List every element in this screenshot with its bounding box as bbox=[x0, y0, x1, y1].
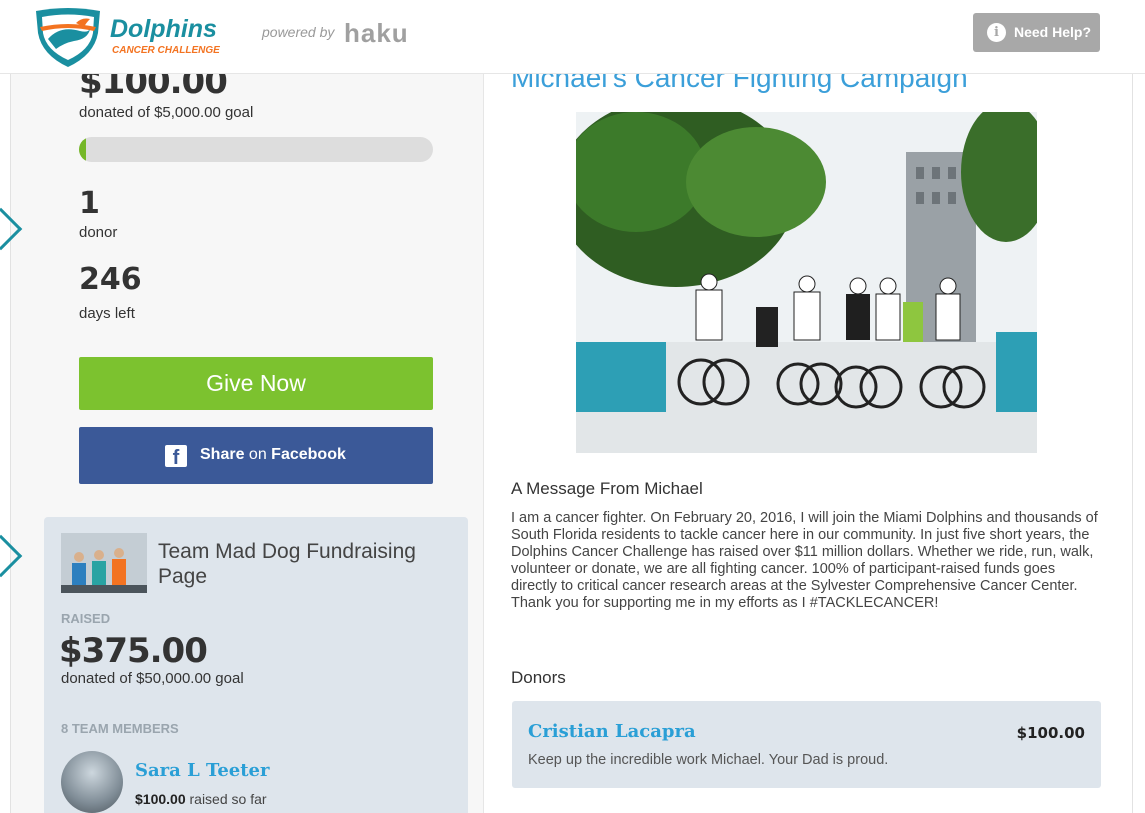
share-facebook-label: Share on Facebook bbox=[200, 446, 346, 463]
need-help-button[interactable]: i Need Help? bbox=[973, 13, 1100, 52]
member-raised-text: $100.00 raised so far bbox=[135, 791, 267, 807]
donors-heading: Donors bbox=[511, 668, 566, 687]
dolphins-logo[interactable]: Dolphins CANCER CHALLENGE bbox=[30, 3, 260, 69]
give-now-button[interactable]: Give Now bbox=[79, 357, 433, 410]
team-card: Team Mad Dog Fundraising Page RAISED $37… bbox=[44, 517, 468, 813]
info-icon: i bbox=[987, 23, 1006, 42]
team-raised-amount: $375.00 bbox=[59, 631, 208, 671]
logo-subtext: CANCER CHALLENGE bbox=[112, 45, 220, 56]
donor-message: Keep up the incredible work Michael. You… bbox=[528, 752, 889, 768]
donor-label: donor bbox=[79, 224, 118, 241]
days-left-label: days left bbox=[79, 305, 135, 322]
facebook-icon: f bbox=[165, 445, 187, 467]
cyclists-photo bbox=[576, 112, 1037, 453]
page: Dolphins CANCER CHALLENGE powered by hak… bbox=[0, 0, 1145, 813]
campaign-photo bbox=[576, 112, 1037, 453]
donor-name-link[interactable]: Cristian Lacapra bbox=[528, 721, 696, 742]
team-goal-text: donated of $50,000.00 goal bbox=[61, 670, 244, 687]
powered-by-label: powered by bbox=[262, 24, 335, 40]
days-left-count: 246 bbox=[79, 262, 142, 297]
haku-brand[interactable]: haku bbox=[344, 18, 409, 49]
donor-item: Cristian Lacapra $100.00 Keep up the inc… bbox=[512, 701, 1101, 788]
share-facebook-button[interactable]: f Share on Facebook bbox=[79, 427, 433, 484]
team-title[interactable]: Team Mad Dog Fundraising Page bbox=[158, 539, 448, 589]
progress-bar bbox=[79, 137, 433, 162]
need-help-label: Need Help? bbox=[1014, 24, 1092, 40]
message-heading: A Message From Michael bbox=[511, 479, 703, 498]
raised-label: RAISED bbox=[61, 611, 111, 626]
team-photo[interactable] bbox=[61, 533, 147, 593]
donor-amount: $100.00 bbox=[1016, 724, 1085, 742]
site-header: Dolphins CANCER CHALLENGE powered by hak… bbox=[0, 0, 1145, 74]
team-members-label: 8 TEAM MEMBERS bbox=[61, 721, 179, 736]
team-photo-image bbox=[61, 533, 147, 593]
goal-text: donated of $5,000.00 goal bbox=[79, 104, 254, 121]
donor-count: 1 bbox=[79, 186, 100, 221]
message-body: I am a cancer fighter. On February 20, 2… bbox=[511, 510, 1098, 611]
member-name-link[interactable]: Sara L Teeter bbox=[135, 760, 269, 781]
avatar[interactable] bbox=[61, 751, 123, 813]
logo-text: Dolphins bbox=[110, 15, 217, 43]
